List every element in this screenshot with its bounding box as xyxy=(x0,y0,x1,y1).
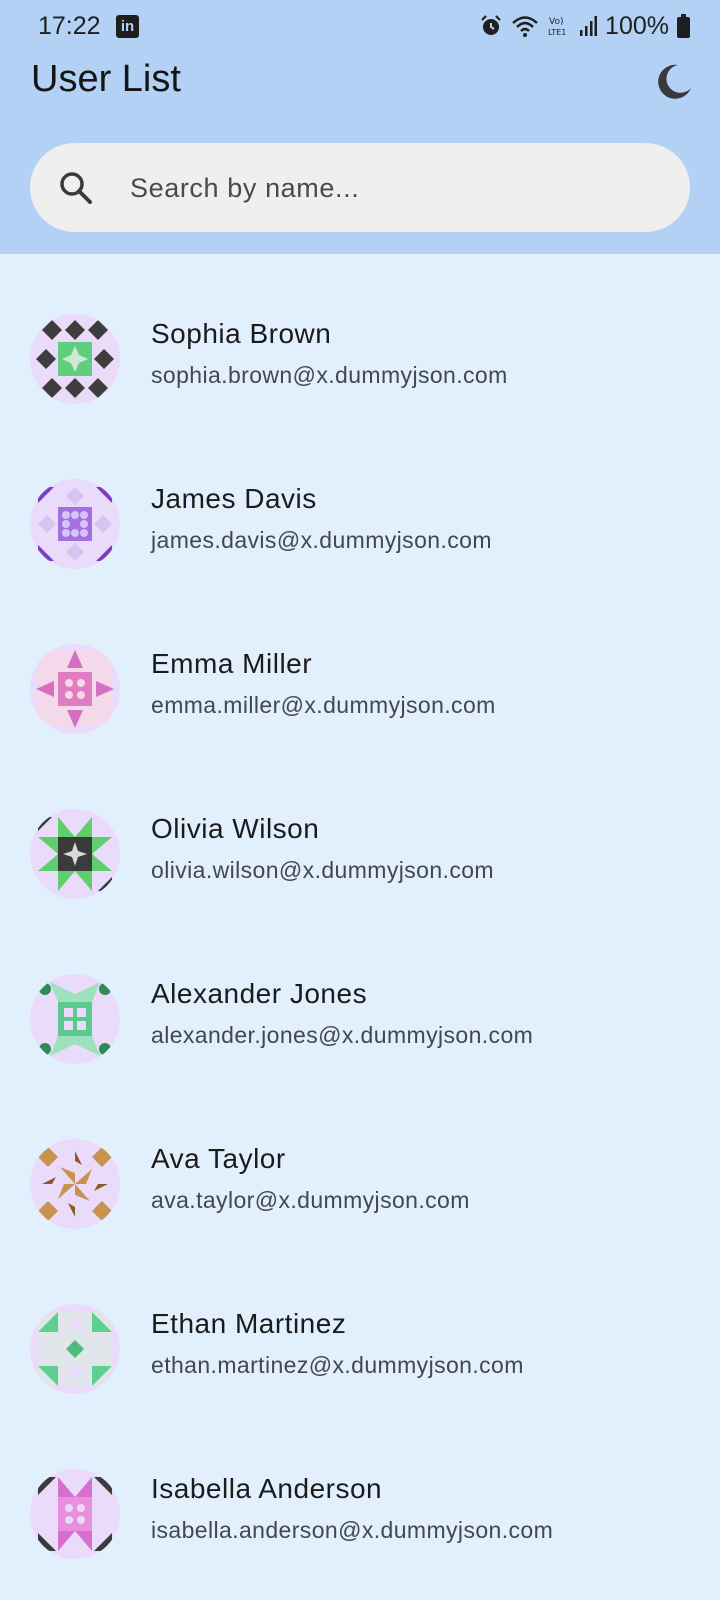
volte-icon: Vo) LTE1 xyxy=(548,17,566,37)
moon-icon xyxy=(658,64,691,99)
user-email: ethan.martinez@x.dummyjson.com xyxy=(151,1352,524,1378)
app-header: 17:22 in Vo) LTE1 100% User List Search … xyxy=(0,0,720,254)
user-name: Ethan Martinez xyxy=(151,1308,347,1339)
avatar xyxy=(30,644,120,734)
user-email: alexander.jones@x.dummyjson.com xyxy=(151,1022,534,1048)
user-email: isabella.anderson@x.dummyjson.com xyxy=(151,1517,554,1543)
avatar xyxy=(30,1469,120,1559)
search-icon xyxy=(60,172,92,204)
status-bar: 17:22 in Vo) LTE1 100% xyxy=(0,0,720,52)
user-email: ava.taylor@x.dummyjson.com xyxy=(151,1187,470,1213)
user-email: james.davis@x.dummyjson.com xyxy=(151,527,492,553)
user-list-item[interactable]: Ava Taylor ava.taylor@x.dummyjson.com xyxy=(0,1079,720,1244)
avatar xyxy=(30,809,120,899)
user-email: olivia.wilson@x.dummyjson.com xyxy=(151,857,494,883)
signal-icon xyxy=(580,16,598,36)
theme-toggle-button[interactable] xyxy=(654,62,694,102)
battery-icon xyxy=(677,14,690,38)
user-list-item[interactable]: Sophia Brown sophia.brown@x.dummyjson.co… xyxy=(0,254,720,419)
user-list-item[interactable]: James Davis james.davis@x.dummyjson.com xyxy=(0,419,720,584)
user-name: Sophia Brown xyxy=(151,318,332,349)
avatar xyxy=(30,479,120,569)
wifi-icon xyxy=(512,16,538,37)
battery-percentage: 100% xyxy=(605,11,669,40)
user-email: sophia.brown@x.dummyjson.com xyxy=(151,362,508,388)
page-title: User List xyxy=(31,58,181,100)
user-list: Sophia Brown sophia.brown@x.dummyjson.co… xyxy=(0,254,720,1574)
user-list-item[interactable]: Alexander Jones alexander.jones@x.dummyj… xyxy=(0,914,720,1079)
user-name: Ava Taylor xyxy=(151,1143,286,1174)
user-name: Alexander Jones xyxy=(151,978,368,1009)
status-icons: Vo) LTE1 100% xyxy=(479,10,690,42)
user-name: Isabella Anderson xyxy=(151,1473,383,1504)
search-input[interactable] xyxy=(128,163,652,213)
search-bar[interactable] xyxy=(30,143,690,232)
avatar xyxy=(30,1304,120,1394)
avatar xyxy=(30,314,120,404)
linkedin-icon: in xyxy=(116,15,139,38)
user-list-item[interactable]: Isabella Anderson isabella.anderson@x.du… xyxy=(0,1409,720,1574)
user-name: James Davis xyxy=(151,483,317,514)
svg-text:Vo): Vo) xyxy=(549,17,563,27)
svg-text:LTE1: LTE1 xyxy=(548,28,566,37)
user-name: Olivia Wilson xyxy=(151,813,320,844)
user-list-item[interactable]: Olivia Wilson olivia.wilson@x.dummyjson.… xyxy=(0,749,720,914)
user-name: Emma Miller xyxy=(151,648,313,679)
alarm-icon xyxy=(481,15,501,35)
user-list-item[interactable]: Emma Miller emma.miller@x.dummyjson.com xyxy=(0,584,720,749)
user-list-item[interactable]: Ethan Martinez ethan.martinez@x.dummyjso… xyxy=(0,1244,720,1409)
status-time: 17:22 xyxy=(38,12,101,40)
avatar xyxy=(30,974,120,1064)
avatar xyxy=(30,1139,120,1229)
user-email: emma.miller@x.dummyjson.com xyxy=(151,692,496,718)
